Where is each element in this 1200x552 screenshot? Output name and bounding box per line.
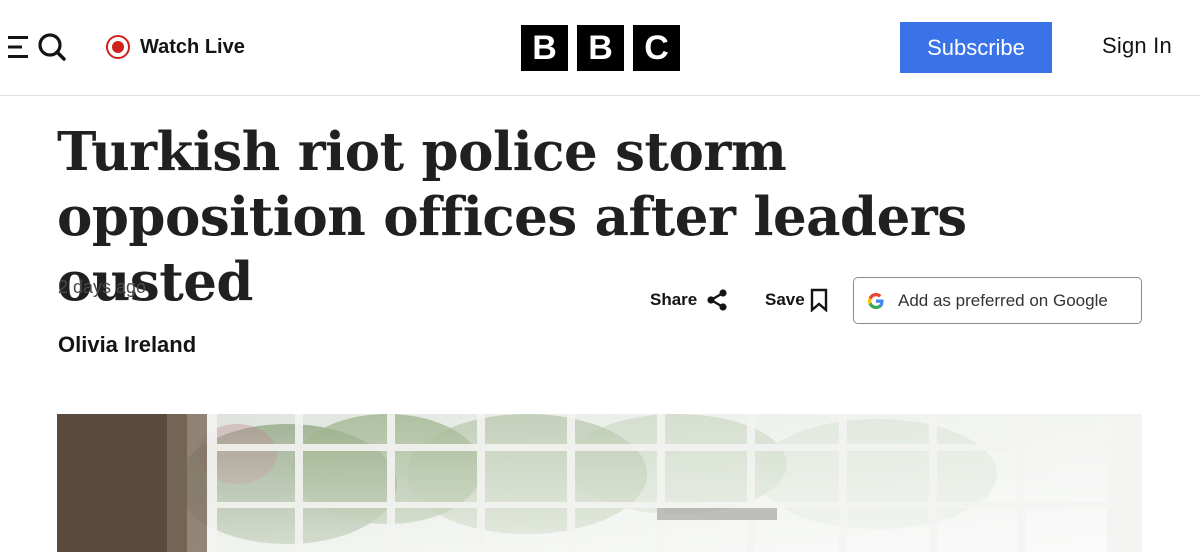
article-timestamp: 2 days ago <box>58 277 147 297</box>
save-button[interactable]: Save <box>765 288 829 312</box>
menu-search-button[interactable] <box>6 30 68 64</box>
logo-letter: B <box>521 25 568 71</box>
share-label: Share <box>650 290 698 309</box>
logo-letter: B <box>577 25 624 71</box>
bbc-logo[interactable]: B B C <box>521 25 680 71</box>
google-preferred-button[interactable]: Add as preferred on Google <box>853 277 1142 324</box>
site-header: Watch Live B B C Subscribe Sign In <box>0 0 1200 96</box>
bookmark-icon <box>810 288 827 312</box>
save-label: Save <box>765 290 805 309</box>
logo-letter: C <box>633 25 680 71</box>
hero-image <box>57 414 1142 552</box>
hero-photo <box>57 414 1142 552</box>
watch-live-label: Watch Live <box>140 35 245 58</box>
live-icon <box>106 35 130 59</box>
sign-in-link[interactable]: Sign In <box>1102 33 1172 59</box>
google-button-label: Add as preferred on Google <box>898 290 1108 310</box>
google-icon <box>868 292 884 309</box>
share-icon <box>707 289 727 311</box>
share-button[interactable]: Share <box>650 288 729 312</box>
menu-search-icon <box>8 33 66 61</box>
author-byline: Olivia Ireland <box>58 332 197 357</box>
subscribe-button[interactable]: Subscribe <box>900 22 1052 73</box>
watch-live-link[interactable]: Watch Live <box>106 32 245 62</box>
